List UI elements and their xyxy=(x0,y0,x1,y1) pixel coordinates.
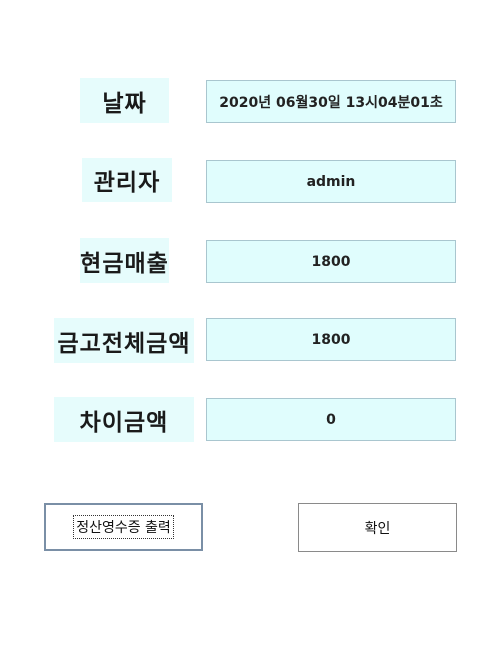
print-receipt-button-label: 정산영수증 출력 xyxy=(73,515,174,539)
manager-label: 관리자 xyxy=(82,158,172,202)
date-value-field: 2020년 06월30일 13시04분01초 xyxy=(206,80,456,123)
date-label: 날짜 xyxy=(80,78,169,123)
cash-sales-value-field: 1800 xyxy=(206,240,456,283)
difference-label: 차이금액 xyxy=(54,397,194,442)
confirm-button[interactable]: 확인 xyxy=(298,503,457,552)
safe-total-value-field: 1800 xyxy=(206,318,456,361)
manager-value-field: admin xyxy=(206,160,456,203)
cash-sales-label: 현금매출 xyxy=(80,238,169,283)
print-receipt-button[interactable]: 정산영수증 출력 xyxy=(44,503,203,551)
safe-total-label: 금고전체금액 xyxy=(54,318,194,363)
difference-value-field: 0 xyxy=(206,398,456,441)
